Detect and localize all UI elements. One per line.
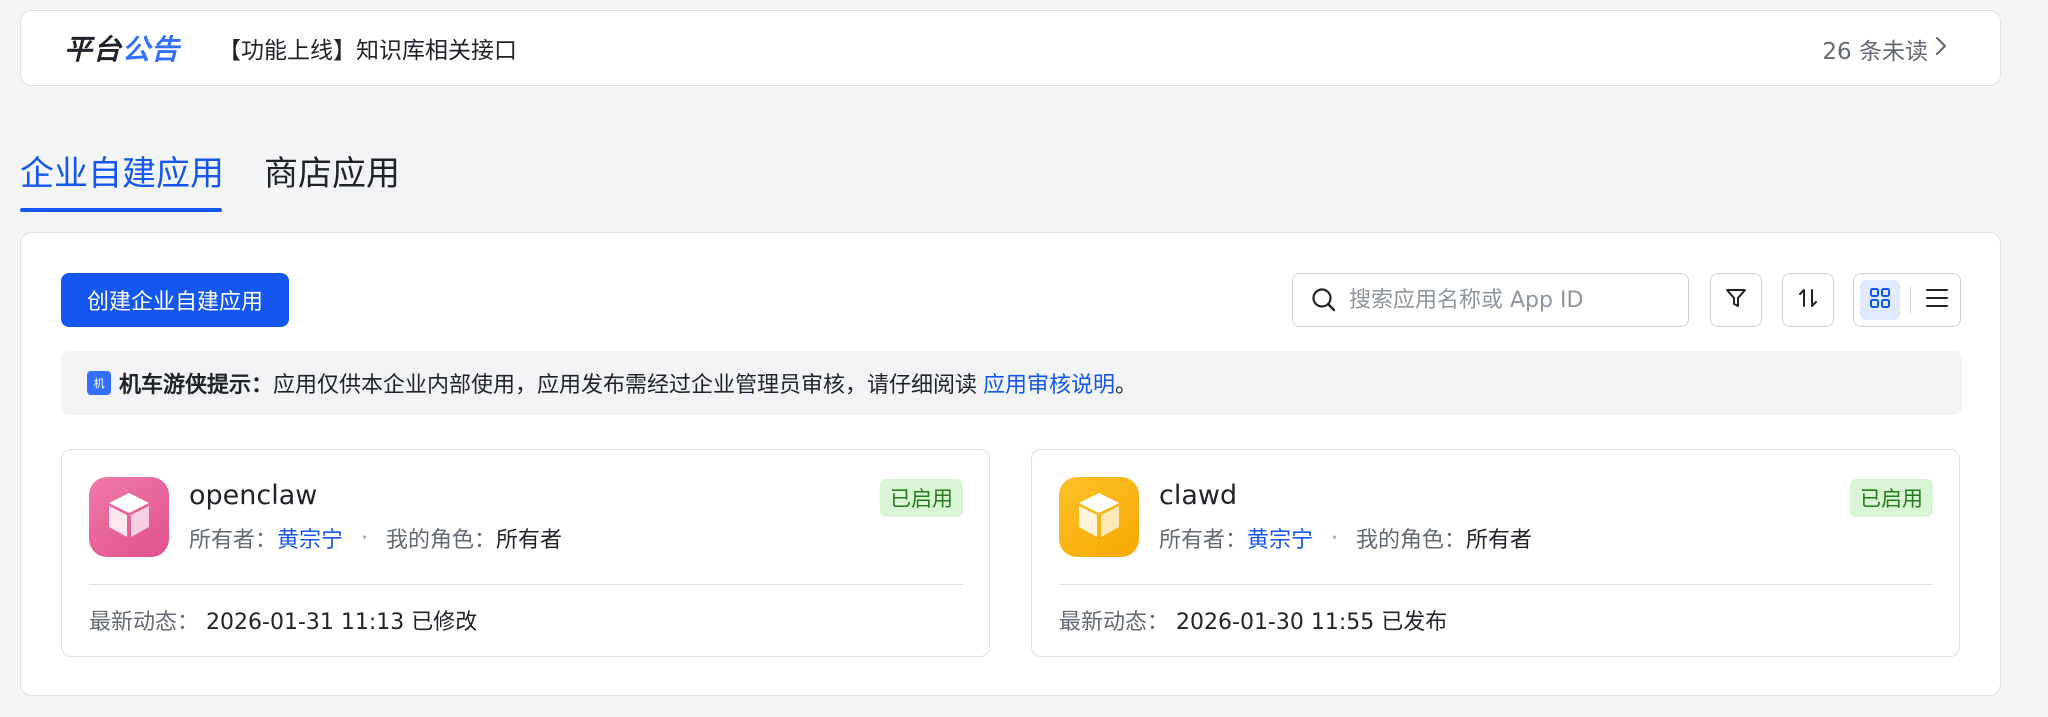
tip-text: 应用仅供本企业内部使用，应用发布需经过企业管理员审核，请仔细阅读 bbox=[273, 373, 978, 398]
owner-link[interactable]: 黄宗宁 bbox=[1247, 522, 1313, 554]
card-divider bbox=[1059, 584, 1933, 585]
app-list-panel: 创建企业自建应用 机 机车游侠提示： 应用仅供本企业内部使 bbox=[20, 232, 2001, 696]
tip-end: 。 bbox=[1115, 373, 1138, 398]
announcement-bar[interactable]: 平台公告 【功能上线】知识库相关接口 26 条未读 bbox=[20, 10, 2001, 86]
app-card[interactable]: clawd 所有者： 黄宗宁 · 我的角色： 所有者 已启用 最新动态： 202… bbox=[1031, 449, 1960, 657]
status-badge: 已启用 bbox=[1850, 479, 1933, 517]
filter-icon bbox=[1724, 286, 1748, 314]
status-badge: 已启用 bbox=[880, 479, 963, 517]
app-meta: 所有者： 黄宗宁 · 我的角色： 所有者 bbox=[1159, 522, 1532, 554]
announcement-title-part2: 公告 bbox=[122, 33, 181, 66]
list-view-button[interactable] bbox=[1917, 280, 1957, 320]
unread-count-link[interactable]: 26 条未读 bbox=[1822, 11, 1948, 87]
owner-link[interactable]: 黄宗宁 bbox=[277, 522, 343, 554]
search-input[interactable] bbox=[1349, 287, 1669, 313]
activity-label: 最新动态： bbox=[1059, 610, 1170, 635]
view-toggle-divider bbox=[1910, 287, 1911, 313]
sort-button[interactable] bbox=[1782, 273, 1834, 327]
role-label: 我的角色： bbox=[1356, 528, 1467, 553]
meta-separator: · bbox=[1331, 525, 1339, 551]
announcement-title-part1: 平台 bbox=[64, 33, 123, 66]
grid-icon bbox=[1869, 287, 1891, 313]
app-meta: 所有者： 黄宗宁 · 我的角色： 所有者 bbox=[189, 522, 562, 554]
latest-activity: 最新动态： 2026-01-31 11:13 已修改 bbox=[89, 604, 477, 636]
unread-count-label: 26 条未读 bbox=[1822, 39, 1928, 65]
card-divider bbox=[89, 584, 963, 585]
app-type-tabs: 企业自建应用 商店应用 bbox=[20, 140, 400, 212]
activity-value: 2026-01-31 11:13 已修改 bbox=[206, 610, 478, 635]
list-icon bbox=[1925, 287, 1949, 313]
announcement-title: 平台公告 bbox=[64, 28, 180, 68]
role-label: 我的角色： bbox=[386, 528, 497, 553]
tip-icon: 机 bbox=[87, 371, 111, 395]
tip-label: 机车游侠提示： bbox=[119, 373, 274, 398]
filter-button[interactable] bbox=[1710, 273, 1762, 327]
tip-banner: 机 机车游侠提示： 应用仅供本企业内部使用，应用发布需经过企业管理员审核，请仔细… bbox=[61, 351, 1962, 415]
search-icon bbox=[1311, 287, 1337, 313]
chevron-right-icon bbox=[1934, 34, 1948, 64]
announcement-text[interactable]: 【功能上线】知识库相关接口 bbox=[218, 31, 517, 65]
sort-icon bbox=[1796, 286, 1820, 314]
app-name[interactable]: clawd bbox=[1159, 480, 1237, 511]
cube-icon bbox=[1073, 489, 1125, 545]
app-icon bbox=[1059, 477, 1139, 557]
review-guide-link[interactable]: 应用审核说明 bbox=[983, 367, 1115, 399]
role-value: 所有者 bbox=[496, 528, 563, 553]
app-name[interactable]: openclaw bbox=[189, 480, 317, 511]
owner-label: 所有者： bbox=[189, 528, 278, 553]
activity-value: 2026-01-30 11:55 已发布 bbox=[1176, 610, 1448, 635]
cube-icon bbox=[103, 489, 155, 545]
tab-custom-apps[interactable]: 企业自建应用 bbox=[20, 140, 224, 212]
owner-label: 所有者： bbox=[1159, 528, 1248, 553]
app-icon bbox=[89, 477, 169, 557]
app-card[interactable]: openclaw 所有者： 黄宗宁 · 我的角色： 所有者 已启用 最新动态： … bbox=[61, 449, 990, 657]
tab-store-apps[interactable]: 商店应用 bbox=[264, 140, 400, 212]
role-value: 所有者 bbox=[1466, 528, 1533, 553]
create-custom-app-button[interactable]: 创建企业自建应用 bbox=[61, 273, 289, 327]
search-box[interactable] bbox=[1292, 273, 1689, 327]
activity-label: 最新动态： bbox=[89, 610, 200, 635]
meta-separator: · bbox=[361, 525, 369, 551]
grid-view-button[interactable] bbox=[1860, 280, 1900, 320]
view-mode-toggle bbox=[1853, 273, 1961, 327]
latest-activity: 最新动态： 2026-01-30 11:55 已发布 bbox=[1059, 604, 1447, 636]
